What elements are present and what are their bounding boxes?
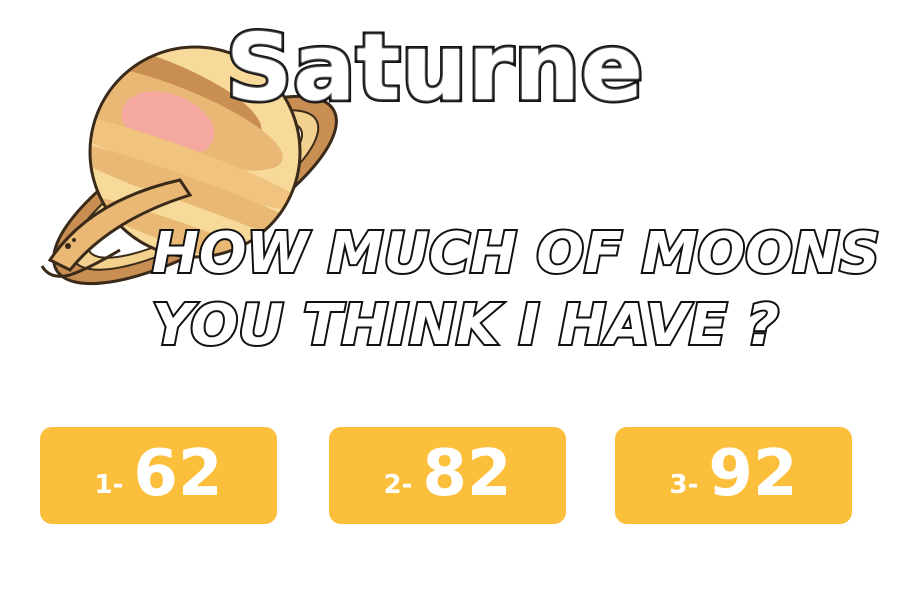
answer-option-2[interactable]: 2- 82 (329, 427, 566, 524)
answer-option-1[interactable]: 1- 62 (40, 427, 277, 524)
answer-options: 1- 62 2- 82 3- 92 (40, 427, 860, 524)
quiz-question: HOW MUCH OF MOONS YOU THINK I HAVE ? (150, 218, 882, 362)
question-line-2: YOU THINK I HAVE ? (150, 291, 781, 360)
answer-value: 92 (708, 436, 798, 511)
answer-index: 2- (383, 470, 413, 500)
answer-value: 82 (422, 436, 512, 511)
question-line-1: HOW MUCH OF MOONS (150, 219, 882, 288)
answer-index: 3- (669, 470, 699, 500)
answer-value: 62 (133, 436, 223, 511)
planet-title: Saturne (223, 14, 646, 121)
answer-option-3[interactable]: 3- 92 (615, 427, 852, 524)
answer-index: 1- (94, 470, 124, 500)
